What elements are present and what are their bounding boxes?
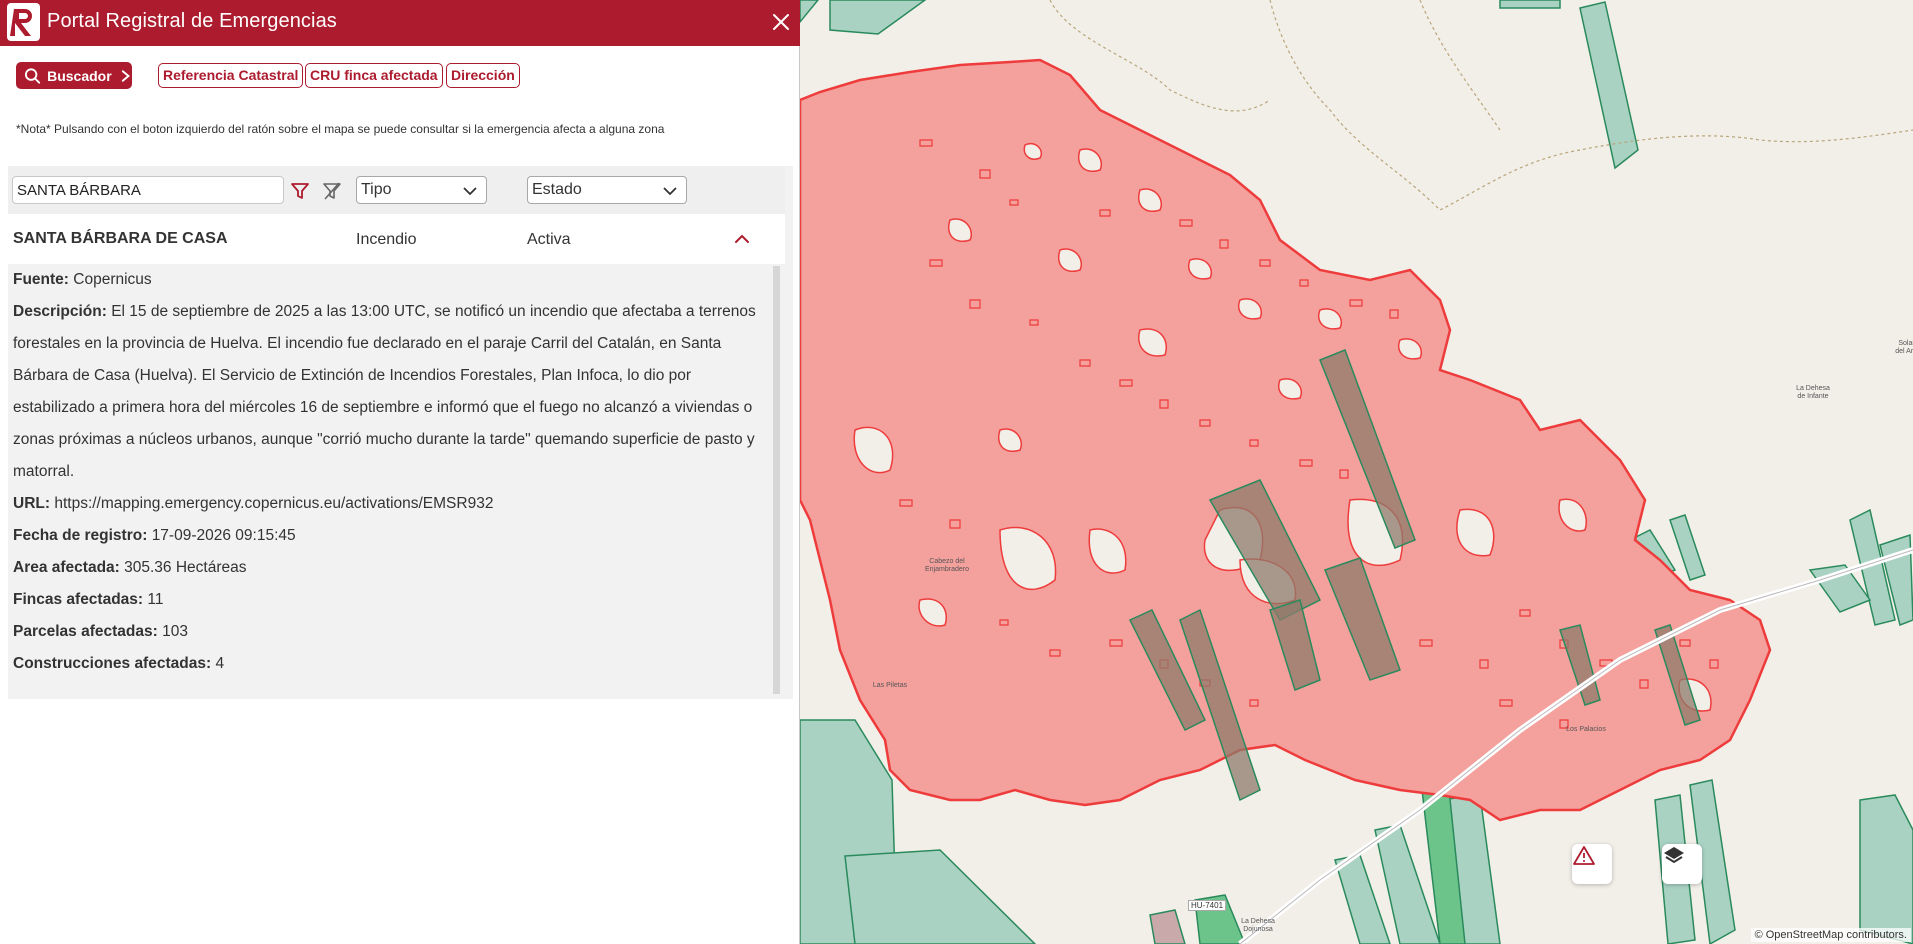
map-attribution[interactable]: © OpenStreetMap contributors. (1750, 928, 1911, 942)
status-select-value: Estado (532, 181, 582, 198)
close-icon[interactable] (768, 9, 794, 35)
result-type: Incendio (356, 231, 417, 248)
search-input[interactable] (12, 176, 284, 204)
detail-construcciones: Construcciones afectadas: 4 (13, 655, 225, 672)
map-view[interactable]: Solanas del Arroyo La Dehesa de Infante … (800, 0, 1913, 944)
map-label-dehesa-dojunosa: La Dehesa Dojunosa (1241, 918, 1275, 933)
type-select-value: Tipo (361, 181, 392, 198)
result-status: Activa (527, 231, 571, 248)
search-button[interactable]: Buscador (16, 62, 132, 89)
title-bar: Portal Registral de Emergencias (0, 0, 800, 46)
search-icon (24, 67, 41, 84)
filter-icon[interactable] (289, 180, 311, 202)
detail-area: Area afectada: 305.36 Hectáreas (13, 559, 247, 576)
layers-button[interactable] (1662, 844, 1702, 884)
map-label-solanas: Solanas del Arroyo (1895, 340, 1913, 355)
address-button[interactable]: Dirección (446, 63, 520, 88)
map-label-dehesa-infante: La Dehesa de Infante (1796, 385, 1830, 400)
parcel-highlight (1149, 909, 1186, 944)
result-name: SANTA BÁRBARA DE CASA (13, 230, 228, 247)
search-button-label: Buscador (47, 67, 112, 84)
detail-date: Fecha de registro: 17-09-2026 09:15:45 (13, 527, 296, 544)
url-link[interactable]: https://mapping.emergency.copernicus.eu/… (54, 495, 493, 512)
app-title: Portal Registral de Emergencias (47, 10, 337, 32)
status-select[interactable]: Estado (527, 176, 687, 204)
detail-url: URL: https://mapping.emergency.copernicu… (13, 495, 494, 512)
cadastral-reference-button[interactable]: Referencia Catastral (158, 63, 304, 88)
clear-filter-icon[interactable] (321, 180, 343, 202)
emergency-warning-button[interactable] (1572, 844, 1612, 884)
chevron-right-icon (121, 69, 130, 82)
chevron-up-icon[interactable] (733, 230, 751, 248)
chevron-down-icon (463, 187, 477, 196)
cru-finca-button[interactable]: CRU finca afectada (305, 63, 443, 88)
burned-area (800, 58, 1772, 822)
layers-icon (1664, 847, 1684, 864)
map-label-palacios: Los Palacios (1566, 726, 1606, 733)
map-note: *Nota* Pulsando con el boton izquierdo d… (16, 122, 665, 136)
detail-description: Descripción: El 15 de septiembre de 2025… (13, 303, 756, 480)
side-panel: Portal Registral de Emergencias Buscador… (0, 0, 800, 944)
warning-icon (1573, 846, 1595, 865)
map-canvas[interactable] (800, 0, 1913, 944)
result-details: Fuente: Copernicus Descripción: El 15 de… (13, 264, 775, 680)
detail-source: Fuente: Copernicus (13, 271, 152, 288)
details-scrollbar[interactable] (773, 266, 780, 694)
road-tag: HU-7401 (1188, 900, 1227, 911)
portal-logo-icon (7, 3, 40, 41)
map-label-cabezo: Cabezo del Enjambradero (925, 558, 969, 573)
type-select[interactable]: Tipo (356, 176, 487, 204)
detail-parcelas: Parcelas afectadas: 103 (13, 623, 188, 640)
detail-fincas: Fincas afectadas: 11 (13, 591, 164, 608)
chevron-down-icon (663, 187, 677, 196)
map-label-piletas: Las Piletas (872, 682, 908, 689)
